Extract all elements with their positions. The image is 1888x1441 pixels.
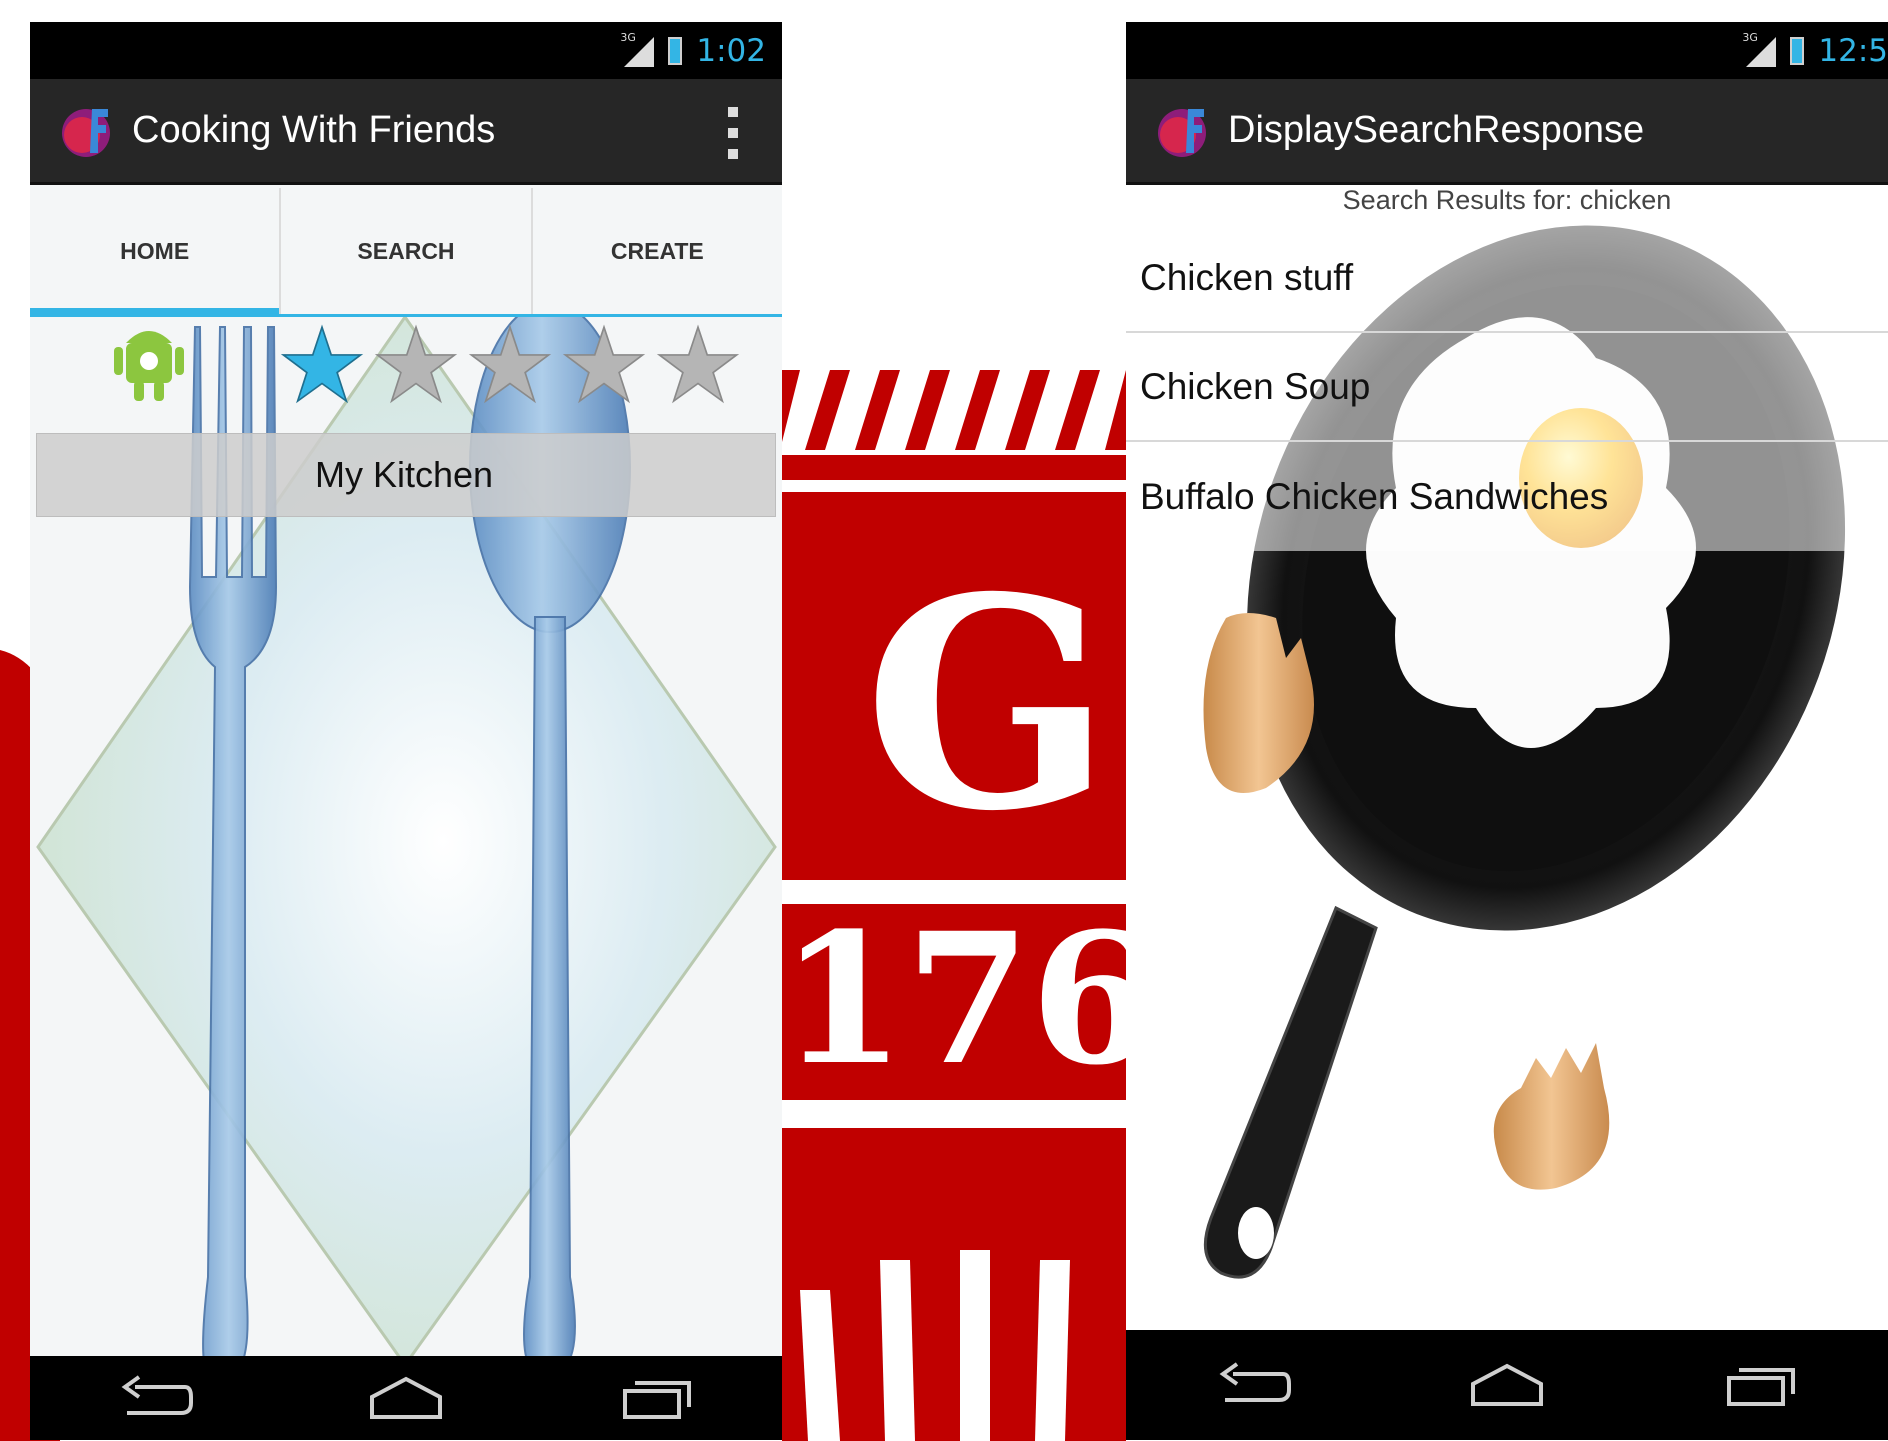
signal-icon [620, 31, 656, 67]
tab-home[interactable]: HOME [30, 188, 282, 317]
phone-search-results-screen: 12:5 DisplaySearchResponse [1126, 22, 1888, 1440]
tab-search[interactable]: SEARCH [281, 188, 533, 314]
recent-apps-icon[interactable] [1721, 1360, 1801, 1410]
action-bar: DisplaySearchResponse [1126, 79, 1888, 185]
battery-icon [668, 36, 683, 65]
status-time: 12:5 [1818, 32, 1888, 69]
brand-number: 176 [780, 894, 1156, 1105]
status-time: 1:02 [696, 32, 766, 69]
android-robot-icon [114, 331, 184, 401]
star-empty-icon[interactable] [468, 323, 552, 407]
brand-letter: G [864, 535, 1112, 875]
navigation-bar [30, 1356, 782, 1440]
tab-bar: HOME SEARCH CREATE [30, 188, 782, 317]
home-icon[interactable] [366, 1373, 446, 1423]
activity-title: DisplaySearchResponse [1228, 109, 1645, 151]
navigation-bar [1126, 1330, 1888, 1440]
rating-bar[interactable] [280, 323, 740, 407]
status-bar: 1:02 [30, 22, 782, 79]
action-bar: Cooking With Friends [30, 79, 782, 185]
back-icon[interactable] [1213, 1360, 1293, 1410]
search-results-caption: Search Results for: chicken [1342, 185, 1672, 215]
list-item[interactable]: Chicken stuff [1126, 224, 1888, 333]
overflow-menu-icon[interactable] [728, 107, 738, 159]
recent-apps-icon[interactable] [617, 1373, 697, 1423]
list-item[interactable]: Chicken Soup [1126, 333, 1888, 442]
home-icon[interactable] [1467, 1360, 1547, 1410]
star-filled-icon[interactable] [280, 323, 364, 407]
list-item[interactable]: Buffalo Chicken Sandwiches [1126, 442, 1888, 551]
app-logo-icon [62, 108, 110, 157]
my-kitchen-button[interactable]: My Kitchen [36, 433, 776, 517]
star-empty-icon[interactable] [656, 323, 740, 407]
star-empty-icon[interactable] [374, 323, 458, 407]
tab-create[interactable]: CREATE [533, 188, 782, 314]
search-results-list: Chicken stuff Chicken Soup Buffalo Chick… [1126, 224, 1888, 551]
battery-icon [1790, 36, 1805, 65]
app-title: Cooking With Friends [132, 109, 496, 151]
back-icon[interactable] [115, 1373, 195, 1423]
signal-icon [1742, 31, 1778, 67]
star-empty-icon[interactable] [562, 323, 646, 407]
home-content: My Kitchen [30, 317, 782, 1375]
phone-home-screen: 1:02 Cooking With Friends HOME SEARCH CR… [30, 22, 782, 1440]
app-logo-icon[interactable] [1154, 101, 1214, 161]
status-bar: 12:5 [1126, 22, 1888, 79]
